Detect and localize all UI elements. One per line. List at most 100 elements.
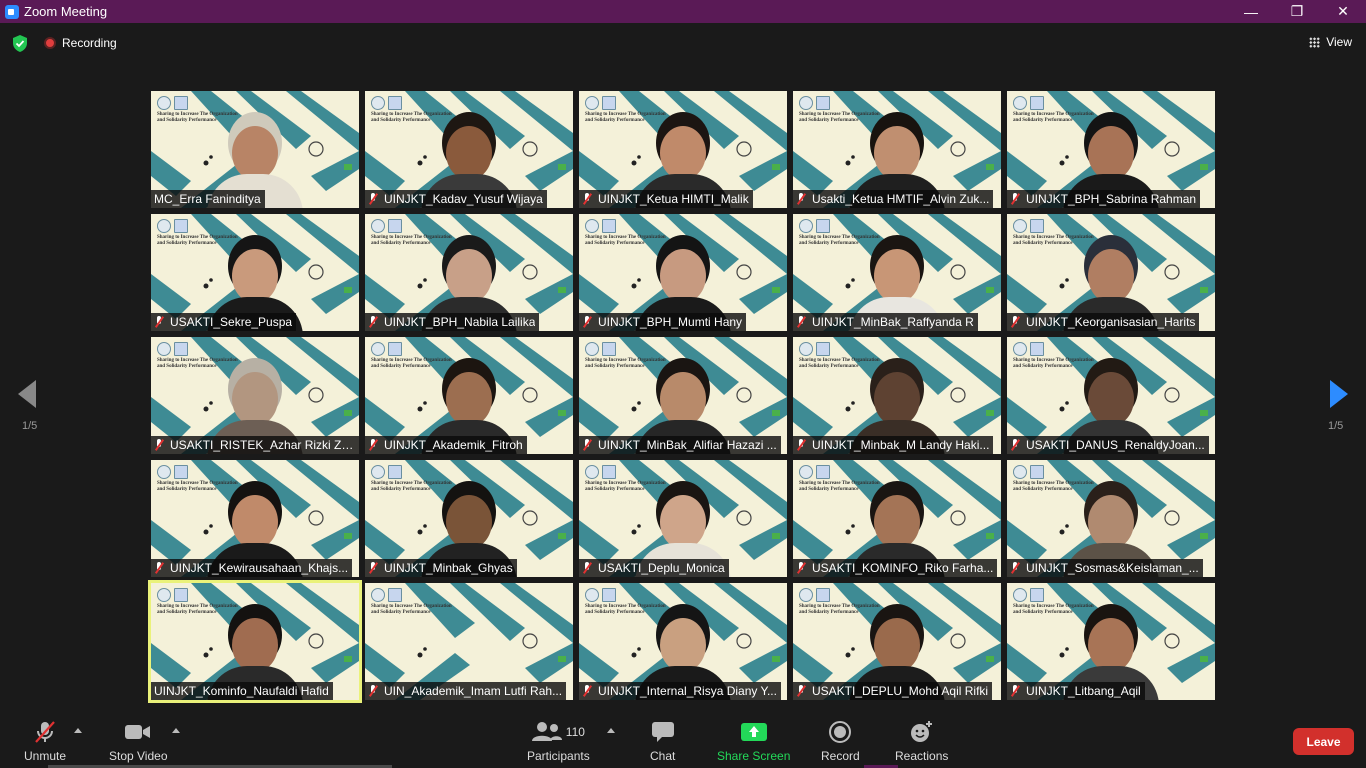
participant-video-tile[interactable]: Sharing to Increase The Organization and …	[148, 580, 362, 703]
participant-name-label: UIN_Akademik_Imam Lutfi Rah...	[365, 682, 567, 700]
university-logo-icon	[371, 588, 385, 602]
slide-heading-line2: and Solidarity Performance	[371, 487, 431, 492]
minimize-button[interactable]: —	[1228, 0, 1274, 23]
slide-logos	[371, 342, 402, 356]
university-logo-icon	[799, 219, 813, 233]
participant-video-tile[interactable]: Sharing to Increase The Organization and …	[579, 583, 787, 700]
share-screen-button[interactable]: Share Screen	[717, 720, 790, 763]
participant-head	[874, 495, 920, 549]
muted-mic-icon	[1010, 193, 1020, 205]
audio-options-caret-icon[interactable]	[74, 728, 82, 733]
participant-name: MC_Erra Faninditya	[154, 192, 261, 206]
slide-heading: Sharing to Increase The Organization and …	[799, 481, 880, 493]
participant-video-tile[interactable]: Sharing to Increase The Organization and …	[793, 214, 1001, 331]
participant-video-tile[interactable]: Sharing to Increase The Organization and …	[579, 337, 787, 454]
next-page-arrow-icon[interactable]	[1330, 380, 1348, 408]
recording-indicator[interactable]: Recording	[44, 36, 117, 50]
participant-video-tile[interactable]: Sharing to Increase The Organization and …	[793, 337, 1001, 454]
university-logo-icon	[371, 465, 385, 479]
slide-logos	[371, 219, 402, 233]
close-button[interactable]: ✕	[1320, 0, 1366, 23]
previous-page-arrow-icon[interactable]	[18, 380, 36, 408]
organization-logo-icon	[816, 219, 830, 233]
participant-video-tile[interactable]: Sharing to Increase The Organization and …	[365, 583, 573, 700]
organization-logo-icon	[816, 96, 830, 110]
university-logo-icon	[799, 588, 813, 602]
slide-heading-line2: and Solidarity Performance	[585, 610, 645, 615]
participant-name: UINJKT_Kewirausahaan_Khajs...	[170, 561, 349, 575]
participant-video-tile[interactable]: Sharing to Increase The Organization and …	[1007, 91, 1215, 208]
participant-video-tile[interactable]: Sharing to Increase The Organization and …	[151, 337, 359, 454]
university-logo-icon	[1013, 465, 1027, 479]
grid-view-icon	[1309, 36, 1321, 48]
participants-options-caret-icon[interactable]	[607, 728, 615, 733]
slide-heading-line2: and Solidarity Performance	[799, 118, 859, 123]
participant-name: UINJKT_Akademik_Fitroh	[384, 438, 523, 452]
participant-video-tile[interactable]: Sharing to Increase The Organization and …	[365, 337, 573, 454]
record-icon	[829, 720, 852, 744]
participant-video-tile[interactable]: Sharing to Increase The Organization and …	[579, 91, 787, 208]
reactions-button[interactable]: Reactions	[895, 720, 948, 763]
slide-logos	[1013, 219, 1044, 233]
stop-video-button[interactable]: Stop Video	[109, 720, 168, 763]
participant-video-tile[interactable]: Sharing to Increase The Organization and …	[1007, 583, 1215, 700]
slide-heading: Sharing to Increase The Organization and …	[1013, 112, 1094, 124]
participant-video-tile[interactable]: Sharing to Increase The Organization and …	[151, 214, 359, 331]
slide-heading: Sharing to Increase The Organization and …	[371, 358, 452, 370]
participant-video-tile[interactable]: Sharing to Increase The Organization and …	[151, 91, 359, 208]
participant-video-tile[interactable]: Sharing to Increase The Organization and …	[793, 91, 1001, 208]
slide-heading: Sharing to Increase The Organization and …	[799, 235, 880, 247]
university-logo-icon	[1013, 96, 1027, 110]
participant-head	[660, 372, 706, 426]
organization-logo-icon	[388, 465, 402, 479]
page-indicator-left: 1/5	[22, 420, 38, 432]
restore-button[interactable]: ❐	[1274, 0, 1320, 23]
window-controls: — ❐ ✕	[1228, 0, 1366, 23]
participant-head	[1088, 372, 1134, 426]
participant-video-tile[interactable]: Sharing to Increase The Organization and …	[793, 460, 1001, 577]
participant-video-tile[interactable]: Sharing to Increase The Organization and …	[365, 460, 573, 577]
muted-mic-icon	[1010, 685, 1020, 697]
video-options-caret-icon[interactable]	[172, 728, 180, 733]
participant-video-tile[interactable]: Sharing to Increase The Organization and …	[1007, 460, 1215, 577]
view-button[interactable]: View	[1309, 35, 1352, 49]
participant-name-label: UINJKT_Litbang_Aqil	[1007, 682, 1145, 700]
slide-heading: Sharing to Increase The Organization and …	[585, 358, 666, 370]
participant-video-tile[interactable]: Sharing to Increase The Organization and …	[579, 214, 787, 331]
slide-heading: Sharing to Increase The Organization and …	[1013, 235, 1094, 247]
leave-button[interactable]: Leave	[1293, 728, 1354, 755]
slide-logos	[799, 219, 830, 233]
participant-name: UINJKT_Sosmas&Keislaman_...	[1026, 561, 1199, 575]
participant-name-label: Usakti_Ketua HMTIF_Alvin Zuk...	[793, 190, 994, 208]
participant-name: UINJKT_Kominfo_Naufaldi Hafid	[154, 684, 329, 698]
participant-video-tile[interactable]: Sharing to Increase The Organization and …	[793, 583, 1001, 700]
participant-video-tile[interactable]: Sharing to Increase The Organization and …	[151, 460, 359, 577]
muted-mic-icon	[582, 562, 592, 574]
muted-mic-icon	[368, 439, 378, 451]
participant-video-tile[interactable]: Sharing to Increase The Organization and …	[365, 91, 573, 208]
unmute-button[interactable]: Unmute	[24, 720, 66, 763]
participant-name-label: UINJKT_BPH_Mumti Hany	[579, 313, 747, 331]
university-logo-icon	[157, 96, 171, 110]
reactions-smiley-icon	[910, 720, 934, 744]
participant-video-tile[interactable]: Sharing to Increase The Organization and …	[579, 460, 787, 577]
participant-name: UIN_Akademik_Imam Lutfi Rah...	[384, 684, 563, 698]
muted-mic-icon	[582, 685, 592, 697]
participant-video-tile[interactable]: Sharing to Increase The Organization and …	[1007, 214, 1215, 331]
security-shield-icon[interactable]	[12, 35, 28, 52]
participant-head	[1088, 126, 1134, 180]
share-screen-arrow-icon	[740, 720, 767, 744]
slide-heading: Sharing to Increase The Organization and …	[157, 604, 238, 616]
participant-name-label: UINJKT_Kominfo_Naufaldi Hafid	[151, 682, 333, 700]
participant-video-tile[interactable]: Sharing to Increase The Organization and …	[1007, 337, 1215, 454]
participant-name-label: UINJKT_MinBak_Raffyanda R	[793, 313, 978, 331]
slide-heading: Sharing to Increase The Organization and …	[157, 481, 238, 493]
record-button[interactable]: Record	[821, 720, 860, 763]
participant-name-label: UINJKT_MinBak_Alifiar Hazazi ...	[579, 436, 781, 454]
muted-mic-icon	[154, 562, 164, 574]
participants-button[interactable]: 110 Participants	[527, 720, 590, 763]
slide-logos	[1013, 588, 1044, 602]
organization-logo-icon	[602, 465, 616, 479]
participant-video-tile[interactable]: Sharing to Increase The Organization and …	[365, 214, 573, 331]
chat-button[interactable]: Chat	[650, 720, 675, 763]
